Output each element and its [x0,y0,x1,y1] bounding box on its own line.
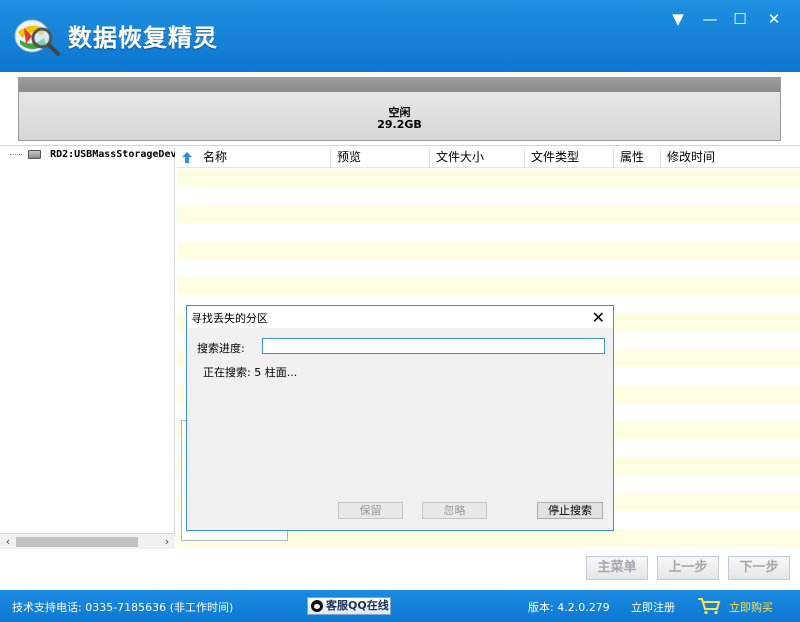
search-progress-bar [262,338,605,354]
app-title-reflection: 数据恢复精灵 [68,30,218,44]
partition-strip [19,78,780,92]
dialog-close-icon[interactable]: ✕ [592,308,605,327]
ignore-button[interactable]: 忽略 [422,502,487,519]
stop-search-button[interactable]: 停止搜索 [537,502,603,519]
menu-dropdown-button[interactable]: ▼ [667,8,689,30]
partition-size: 29.2GB [377,118,422,131]
column-header-preview[interactable]: 预览 [331,147,430,168]
shopping-cart-icon[interactable] [697,597,721,615]
column-header-modified[interactable]: 修改时间 [661,147,800,168]
support-phone: 技术支持电话: 0335-7185636 (非工作时间) [12,601,234,614]
column-header-name[interactable]: 名称 [197,147,331,168]
up-arrow-icon[interactable] [182,152,192,163]
column-header-size[interactable]: 文件大小 [430,147,525,168]
main-menu-button[interactable]: 主菜单 [586,556,648,580]
tree-connector [10,153,22,155]
close-button[interactable]: ✕ [763,8,785,30]
file-list-header: 名称 预览 文件大小 文件类型 属性 修改时间 [177,147,800,168]
column-header-attributes[interactable]: 属性 [614,147,661,168]
minimize-button[interactable]: — [699,8,721,30]
disk-partition-bar[interactable]: 空闲 29.2GB [18,77,781,141]
title-bar: 数据恢复精灵 数据恢复精灵 ▼ — ☐ ✕ [0,0,800,72]
dialog-title-bar: 寻找丢失的分区 ✕ [187,306,613,328]
qq-service-label: 客服QQ在线 [326,599,389,612]
search-progress-label: 搜索进度: [197,342,245,355]
hard-drive-icon [28,149,42,159]
device-tree: RD2:USBMassStorageDevi ‹ › [0,147,175,549]
register-link[interactable]: 立即注册 [631,599,675,615]
maximize-button[interactable]: ☐ [729,8,751,30]
next-step-button[interactable]: 下一步 [728,556,790,580]
search-status-text: 正在搜索: 5 柱面... [203,366,298,379]
previous-step-button[interactable]: 上一步 [657,556,719,580]
qq-service-button[interactable]: 客服QQ在线 [307,597,391,615]
scroll-right-icon[interactable]: › [159,534,175,550]
disk-map-area: 空闲 29.2GB [0,72,800,146]
dialog-title: 寻找丢失的分区 [191,312,268,325]
keep-button[interactable]: 保留 [338,502,403,519]
qq-penguin-icon [311,600,323,612]
app-logo-icon [14,19,60,56]
tree-item-device[interactable]: RD2:USBMassStorageDevi [10,149,175,160]
scroll-left-icon[interactable]: ‹ [0,534,16,550]
version-text: 版本: 4.2.0.279 [528,601,610,614]
tree-horizontal-scrollbar[interactable]: ‹ › [0,533,175,549]
find-lost-partition-dialog: 寻找丢失的分区 ✕ 搜索进度: 正在搜索: 5 柱面... 保留 忽略 停止搜索 [186,305,614,531]
buy-now-link[interactable]: 立即购买 [729,599,773,615]
scrollbar-thumb[interactable] [16,537,138,547]
status-bar: 技术支持电话: 0335-7185636 (非工作时间) 客服QQ在线 版本: … [0,590,800,622]
tree-item-label: RD2:USBMassStorageDevi [50,149,175,160]
column-header-type[interactable]: 文件类型 [525,147,614,168]
